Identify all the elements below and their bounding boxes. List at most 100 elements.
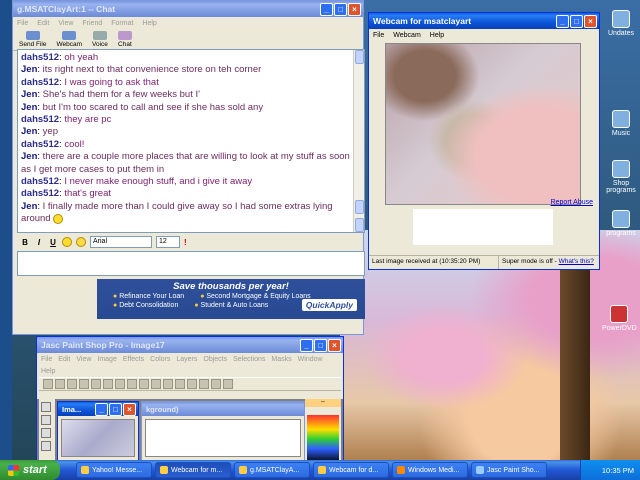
close-button[interactable]: × <box>328 338 341 352</box>
font-select[interactable]: Arial <box>90 236 152 248</box>
undo-icon[interactable] <box>91 379 101 389</box>
save-icon[interactable] <box>67 379 77 389</box>
clock[interactable]: 10:35 PM <box>602 466 634 475</box>
menu-selections[interactable]: Selections <box>233 356 265 363</box>
taskbar-button-webcam[interactable]: Webcam for m... <box>155 462 231 478</box>
buzz-icon[interactable]: ! <box>184 238 187 247</box>
maximize-button[interactable]: □ <box>109 402 122 416</box>
menu-colors[interactable]: Colors <box>150 356 170 363</box>
psp-titlebar[interactable]: Jasc Paint Shop Pro - Image17 _ □ × <box>37 337 343 353</box>
print-icon[interactable] <box>79 379 89 389</box>
whats-this-link[interactable]: What's this? <box>559 258 594 265</box>
psp-color-palette[interactable]: ⇔ <box>305 399 341 463</box>
chat-button[interactable]: Chat <box>117 31 132 48</box>
desktop-icon-powerdvd[interactable]: PowerDVD <box>602 305 637 332</box>
menu-help[interactable]: Help <box>430 32 444 39</box>
paste-icon[interactable] <box>139 379 149 389</box>
webcam-status-bar: Last image received at (10:35:20 PM) Sup… <box>369 255 599 269</box>
zoom-icon[interactable] <box>151 379 161 389</box>
desktop-icon-updates[interactable]: Undates <box>604 10 638 37</box>
taskbar-button-yahoo-messenger[interactable]: Yahoo! Messe... <box>76 462 152 478</box>
send-file-button[interactable]: Send File <box>19 31 46 48</box>
audible-button-icon[interactable] <box>76 237 86 247</box>
taskbar-button-paint-shop-pro[interactable]: Jasc Paint Sho... <box>471 462 547 478</box>
menu-masks[interactable]: Masks <box>271 356 291 363</box>
menu-view[interactable]: View <box>76 356 91 363</box>
crop-tool-icon[interactable] <box>41 441 51 451</box>
maximize-button[interactable]: □ <box>334 2 347 16</box>
open-icon[interactable] <box>55 379 65 389</box>
image2-canvas[interactable] <box>145 419 301 457</box>
menu-webcam[interactable]: Webcam <box>393 32 421 39</box>
minimize-button[interactable]: _ <box>95 402 108 416</box>
move-tool-icon[interactable] <box>41 428 51 438</box>
arrow-tool-icon[interactable] <box>41 402 51 412</box>
chat-titlebar[interactable]: g.MSATClayArt:1 -- Chat _ □ × <box>13 1 363 17</box>
menu-friend[interactable]: Friend <box>82 20 102 27</box>
minimize-button[interactable]: _ <box>556 14 569 28</box>
minimize-button[interactable]: _ <box>320 2 333 16</box>
menu-view[interactable]: View <box>58 20 73 27</box>
menu-edit[interactable]: Edit <box>58 356 70 363</box>
color-picker[interactable] <box>307 415 339 463</box>
taskbar-button-windows-media[interactable]: Windows Medi... <box>392 462 468 478</box>
desktop-icon-shop[interactable]: Shop programs <box>604 160 638 194</box>
psp-image-window-2[interactable]: kground) <box>141 401 305 461</box>
psp-image-window-1[interactable]: Ima... _ □ × <box>57 401 139 461</box>
cut-icon[interactable] <box>115 379 125 389</box>
menu-layers[interactable]: Layers <box>176 356 197 363</box>
maximize-button[interactable]: □ <box>570 14 583 28</box>
scroll-down-arrow[interactable] <box>355 218 364 232</box>
overview-icon[interactable] <box>211 379 221 389</box>
close-button[interactable]: × <box>584 14 597 28</box>
menu-objects[interactable]: Objects <box>203 356 227 363</box>
brush-icon[interactable] <box>163 379 173 389</box>
chat-log-scrollbar[interactable] <box>353 50 364 232</box>
menu-help[interactable]: Help <box>41 368 55 375</box>
layers-icon[interactable] <box>199 379 209 389</box>
scroll-up-arrow[interactable] <box>355 50 364 64</box>
chat-log[interactable]: dahs512: oh yeah Jen: its right next to … <box>17 49 365 233</box>
copy-icon[interactable] <box>127 379 137 389</box>
menu-help[interactable]: Help <box>142 20 156 27</box>
menu-window[interactable]: Window <box>298 356 323 363</box>
menu-file[interactable]: File <box>17 20 28 27</box>
underline-button[interactable]: U <box>48 238 58 247</box>
message-input[interactable] <box>17 251 365 276</box>
menu-format[interactable]: Format <box>111 20 133 27</box>
desktop-icon-music[interactable]: Music <box>604 110 638 137</box>
histogram-icon[interactable] <box>187 379 197 389</box>
image1-titlebar[interactable]: Ima... _ □ × <box>58 402 138 416</box>
image2-titlebar[interactable]: kground) <box>142 402 304 416</box>
bold-button[interactable]: B <box>20 238 30 247</box>
palette-swap-icon[interactable]: ⇔ <box>305 399 341 407</box>
webcam-button[interactable]: Webcam <box>56 31 82 48</box>
advertisement-banner[interactable]: Save thousands per year! Refinance Your … <box>97 279 365 319</box>
palette-icon[interactable] <box>175 379 185 389</box>
report-abuse-link[interactable]: Report Abuse <box>551 199 593 206</box>
scroll-thumb[interactable] <box>355 200 364 214</box>
webcam-titlebar[interactable]: Webcam for msatclayart _ □ × <box>369 13 599 29</box>
help-icon[interactable] <box>223 379 233 389</box>
image1-canvas[interactable] <box>61 419 135 457</box>
close-button[interactable]: × <box>123 402 136 416</box>
taskbar-button-chat[interactable]: g.MSATClayA... <box>234 462 310 478</box>
font-size-select[interactable]: 12 <box>156 236 180 248</box>
menu-effects[interactable]: Effects <box>123 356 144 363</box>
maximize-button[interactable]: □ <box>314 338 327 352</box>
menu-edit[interactable]: Edit <box>37 20 49 27</box>
menu-image[interactable]: Image <box>97 356 116 363</box>
redo-icon[interactable] <box>103 379 113 389</box>
emoticon-button-icon[interactable] <box>62 237 72 247</box>
desktop-icon-programs[interactable]: programs <box>604 210 638 237</box>
menu-file[interactable]: File <box>373 32 384 39</box>
zoom-tool-icon[interactable] <box>41 415 51 425</box>
close-button[interactable]: × <box>348 2 361 16</box>
voice-button[interactable]: Voice <box>92 31 108 48</box>
start-button[interactable]: start <box>0 460 60 480</box>
italic-button[interactable]: I <box>34 238 44 247</box>
new-icon[interactable] <box>43 379 53 389</box>
menu-file[interactable]: File <box>41 356 52 363</box>
taskbar-button-webcam-2[interactable]: Webcam for d... <box>313 462 389 478</box>
minimize-button[interactable]: _ <box>300 338 313 352</box>
